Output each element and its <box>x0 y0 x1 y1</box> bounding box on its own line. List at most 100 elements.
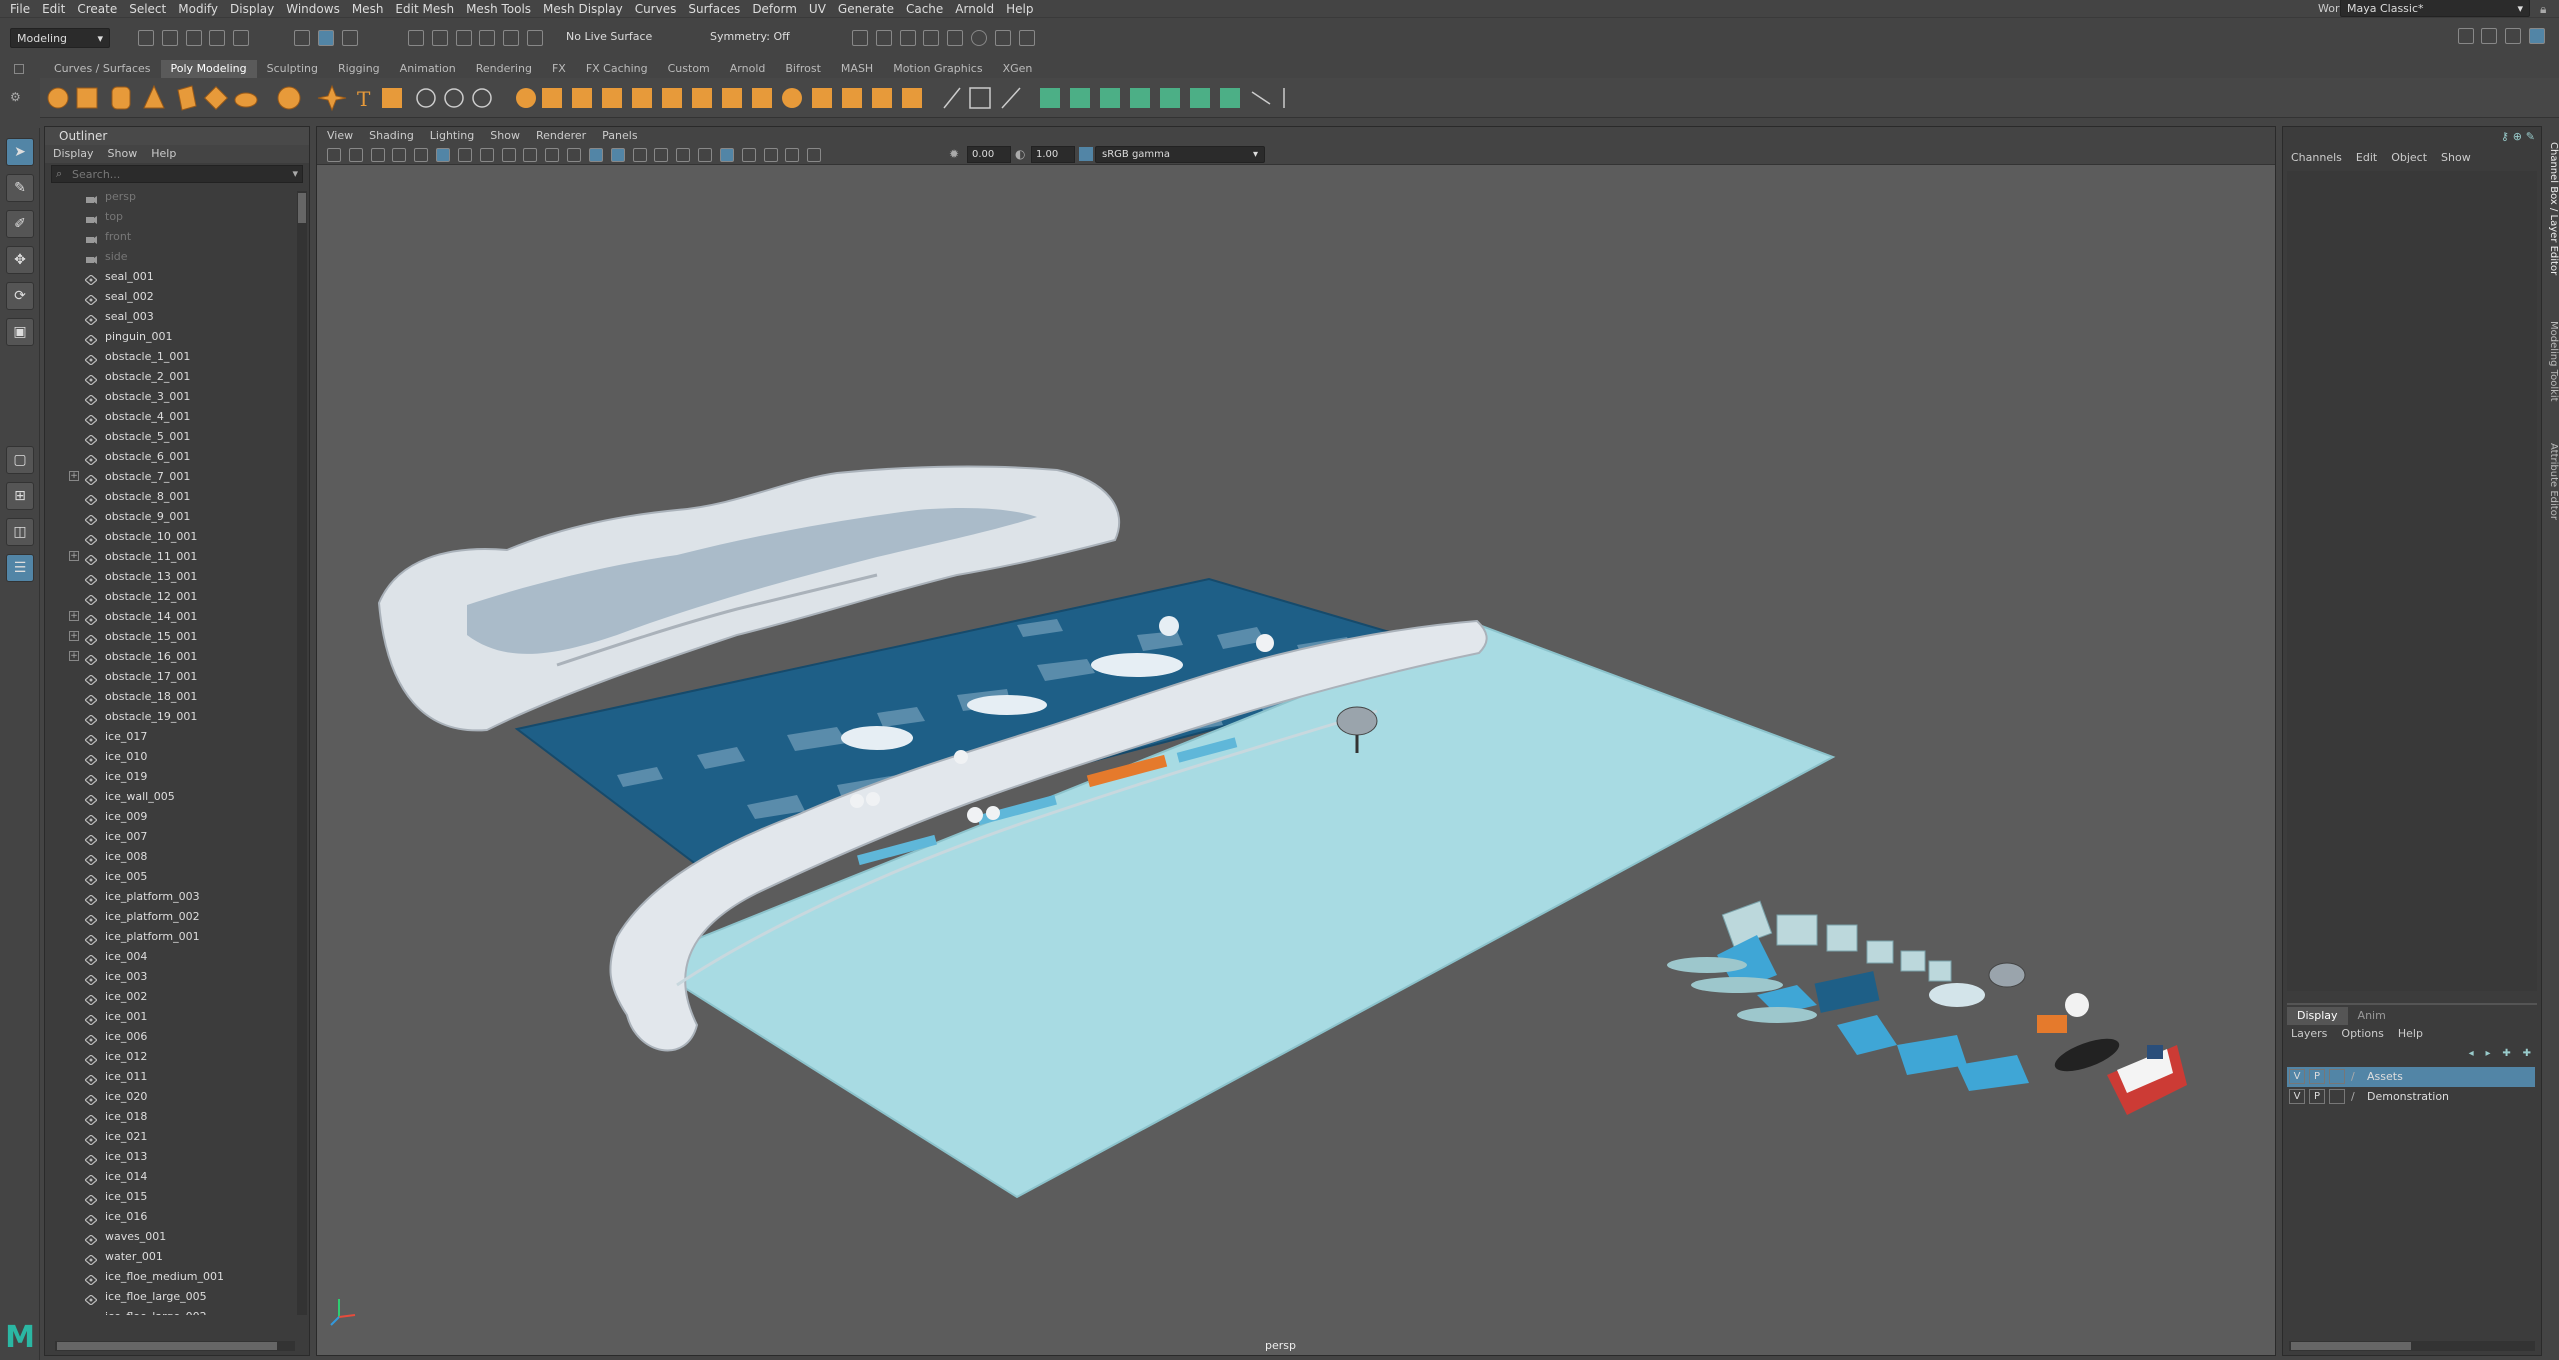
outliner-item[interactable]: ice_017 <box>45 727 295 747</box>
modeling-toolkit-toggle-icon[interactable] <box>2457 28 2474 44</box>
channel-box-menu-show[interactable]: Show <box>2441 151 2471 164</box>
gate-mask-icon[interactable] <box>523 147 538 162</box>
outliner-item[interactable]: ice_020 <box>45 1087 295 1107</box>
visibility-toggle[interactable]: V <box>2289 1069 2305 1084</box>
outliner-item[interactable]: ice_floe_large_005 <box>45 1287 295 1307</box>
playback-toggle[interactable]: P <box>2309 1069 2325 1084</box>
outliner-item[interactable]: ice_platform_003 <box>45 887 295 907</box>
outliner-item[interactable]: obstacle_2_001 <box>45 367 295 387</box>
xray-icon[interactable] <box>610 147 625 162</box>
viewport-menu-lighting[interactable]: Lighting <box>430 129 474 142</box>
visibility-toggle[interactable]: V <box>2289 1089 2305 1104</box>
gamma-field[interactable]: 1.00 <box>1031 146 1075 163</box>
lights-icon[interactable] <box>632 147 647 162</box>
lock-icon[interactable]: 🔒︎ <box>2540 2 2554 16</box>
outliner-item[interactable]: obstacle_9_001 <box>45 507 295 527</box>
snap-view-plane-icon[interactable] <box>479 30 496 46</box>
layer-row[interactable]: V P / Assets <box>2287 1067 2535 1087</box>
outliner-item[interactable]: side <box>45 247 295 267</box>
expand-icon[interactable]: + <box>69 471 79 481</box>
layer-color-swatch[interactable] <box>2329 1089 2345 1104</box>
append-icon[interactable] <box>692 88 712 108</box>
expand-icon[interactable]: + <box>69 551 79 561</box>
new-layer-icon[interactable]: ✚ <box>2502 1048 2510 1059</box>
outliner-item[interactable]: ice_floe_medium_001 <box>45 1267 295 1287</box>
layer-edit-icon[interactable]: / <box>2351 1067 2355 1087</box>
extract-icon[interactable] <box>902 88 922 108</box>
tab-channel-box-layer-editor[interactable]: Channel Box / Layer Editor <box>2544 134 2559 284</box>
bridge-icon[interactable] <box>602 88 622 108</box>
outliner-item[interactable]: obstacle_13_001 <box>45 567 295 587</box>
snap-history-icon[interactable] <box>527 30 544 46</box>
color-space-dropdown[interactable]: sRGB gamma ▾ <box>1095 146 1265 163</box>
shelf-collapse-icon[interactable] <box>14 64 24 74</box>
sweep-mesh-icon[interactable] <box>317 84 347 112</box>
uv-automatic-icon[interactable] <box>1130 88 1150 108</box>
new-layer-selected-icon[interactable]: ✚ <box>2523 1048 2531 1059</box>
color-management-icon[interactable] <box>1079 147 1093 161</box>
poly-sphere-icon[interactable] <box>47 87 69 109</box>
redo-icon[interactable] <box>233 30 250 46</box>
shelf-tab-sculpting[interactable]: Sculpting <box>257 60 328 78</box>
expand-icon[interactable]: + <box>69 631 79 641</box>
menu-create[interactable]: Create <box>71 0 123 18</box>
outliner-item[interactable]: ice_013 <box>45 1147 295 1167</box>
outliner-item[interactable]: seal_002 <box>45 287 295 307</box>
outliner-item[interactable]: obstacle_17_001 <box>45 667 295 687</box>
chevron-down-icon[interactable]: ▾ <box>292 167 298 180</box>
scrollbar-thumb[interactable] <box>2291 1342 2411 1350</box>
menu-display[interactable]: Display <box>224 0 280 18</box>
poly-torus-icon[interactable] <box>203 85 229 111</box>
menu-select[interactable]: Select <box>123 0 172 18</box>
expand-icon[interactable]: + <box>69 651 79 661</box>
outliner-item[interactable]: ice_021 <box>45 1127 295 1147</box>
outliner-item[interactable]: seal_001 <box>45 267 295 287</box>
outliner-item[interactable]: ice_002 <box>45 987 295 1007</box>
arnold-ipr-icon[interactable] <box>994 30 1011 46</box>
shelf-tab-rigging[interactable]: Rigging <box>328 60 390 78</box>
viewport-menu-panels[interactable]: Panels <box>602 129 637 142</box>
menu-cache[interactable]: Cache <box>900 0 949 18</box>
rotate-tool-button[interactable]: ⟳ <box>6 282 34 310</box>
uv-camera-icon[interactable] <box>1160 88 1180 108</box>
menu-deform[interactable]: Deform <box>746 0 803 18</box>
outliner-item[interactable]: ice_008 <box>45 847 295 867</box>
workspace-dropdown[interactable]: Maya Classic* ▾ <box>2340 0 2530 17</box>
edit-icon[interactable]: ✎ <box>2526 130 2535 143</box>
snap-curve-icon[interactable] <box>431 30 448 46</box>
outliner-item[interactable]: + obstacle_14_001 <box>45 607 295 627</box>
key-icon[interactable]: ⚷ <box>2501 130 2509 143</box>
snap-grid-icon[interactable] <box>408 30 424 46</box>
menu-edit[interactable]: Edit <box>36 0 71 18</box>
poly-cylinder-icon[interactable] <box>111 86 131 110</box>
mirror-icon[interactable] <box>542 88 562 108</box>
ipr-render-icon[interactable] <box>899 30 916 46</box>
outliner-item[interactable]: ice_007 <box>45 827 295 847</box>
new-scene-icon[interactable] <box>138 30 154 46</box>
viewport-menu-renderer[interactable]: Renderer <box>536 129 586 142</box>
fill-hole-icon[interactable] <box>662 88 682 108</box>
poke-icon[interactable] <box>782 88 802 108</box>
viewport-menu-shading[interactable]: Shading <box>369 129 414 142</box>
shelf-settings-gear-icon[interactable]: ⚙︎ <box>10 90 24 104</box>
shelf-tab-rendering[interactable]: Rendering <box>466 60 542 78</box>
smooth-shade-icon[interactable] <box>457 147 472 162</box>
outliner-item[interactable]: seal_003 <box>45 307 295 327</box>
outliner-menu-help[interactable]: Help <box>151 147 176 160</box>
outliner-item[interactable]: ice_016 <box>45 1207 295 1227</box>
camera-attributes-icon[interactable] <box>348 147 363 162</box>
menu-set-dropdown[interactable]: Modeling ▾ <box>10 28 110 48</box>
exposure-field[interactable]: 0.00 <box>967 146 1011 163</box>
platonic-solid-icon[interactable] <box>277 86 301 110</box>
move-layer-up-icon[interactable]: ◂ <box>2469 1048 2474 1059</box>
layer-edit-icon[interactable]: / <box>2351 1087 2355 1107</box>
boolean-icon[interactable] <box>516 88 536 108</box>
outliner-item[interactable]: + obstacle_16_001 <box>45 647 295 667</box>
render-frame-icon[interactable] <box>875 30 892 46</box>
poly-plane-icon[interactable] <box>177 85 197 111</box>
outliner-search-input[interactable]: ⌕ Search... ▾ <box>51 165 303 183</box>
outliner-item[interactable]: ice_019 <box>45 767 295 787</box>
shelf-tab-motion-graphics[interactable]: Motion Graphics <box>883 60 992 78</box>
type-tool-icon[interactable]: T <box>357 87 371 111</box>
shelf-tab-curves-surfaces[interactable]: Curves / Surfaces <box>44 60 161 78</box>
